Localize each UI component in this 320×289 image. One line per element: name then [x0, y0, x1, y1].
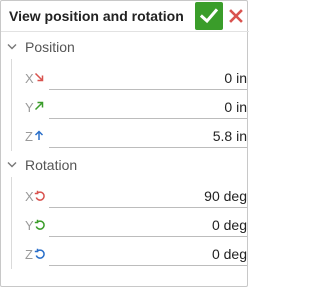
cancel-button[interactable]: [227, 4, 247, 28]
rotation-z-value: 0 deg: [211, 246, 247, 262]
position-section-toggle[interactable]: Position: [1, 37, 241, 57]
position-x-row: X 0 in: [25, 67, 247, 91]
rotate-icon: [34, 190, 45, 201]
axis-label: X: [25, 71, 34, 86]
position-x-input[interactable]: 0 in: [49, 67, 247, 90]
axis-label: X: [25, 189, 34, 204]
arrow-up-icon: [34, 130, 44, 140]
rotation-z-input[interactable]: 0 deg: [49, 243, 247, 266]
section-divider: [11, 59, 12, 151]
dialog-title: View position and rotation: [9, 8, 184, 24]
arrow-down-right-icon: [34, 72, 44, 82]
position-y-row: Y 0 in: [25, 96, 247, 120]
rotation-y-input[interactable]: 0 deg: [49, 214, 247, 237]
position-section-header: Position: [25, 39, 75, 55]
position-y-input[interactable]: 0 in: [49, 96, 247, 119]
chevron-down-icon: [7, 162, 17, 168]
position-x-value: 0 in: [224, 70, 247, 86]
section-divider: [11, 177, 12, 269]
rotate-icon: [34, 248, 45, 259]
rotation-x-input[interactable]: 90 deg: [49, 185, 247, 208]
rotate-icon: [34, 219, 45, 230]
view-position-rotation-dialog: View position and rotation Position X 0 …: [0, 0, 249, 287]
rotation-section-header: Rotation: [25, 157, 78, 173]
dialog-titlebar: View position and rotation: [1, 1, 249, 32]
position-z-input[interactable]: 5.8 in: [49, 125, 247, 148]
position-z-row: Z 5.8 in: [25, 125, 247, 149]
axis-label: Y: [25, 218, 34, 233]
rotation-x-row: X 90 deg: [25, 185, 247, 209]
rotation-x-value: 90 deg: [204, 188, 247, 204]
chevron-down-icon: [7, 44, 17, 50]
axis-label: Y: [25, 100, 34, 115]
axis-label: Z: [25, 247, 33, 262]
checkmark-icon: [200, 8, 218, 24]
rotation-z-row: Z 0 deg: [25, 243, 247, 267]
rotation-y-value: 0 deg: [211, 217, 247, 233]
rotation-y-row: Y 0 deg: [25, 214, 247, 238]
ok-button[interactable]: [195, 2, 223, 30]
close-icon: [229, 9, 243, 23]
position-y-value: 0 in: [224, 99, 247, 115]
rotation-section-toggle[interactable]: Rotation: [1, 155, 241, 175]
position-z-value: 5.8 in: [212, 128, 247, 144]
arrow-up-right-icon: [34, 101, 44, 111]
axis-label: Z: [25, 129, 33, 144]
